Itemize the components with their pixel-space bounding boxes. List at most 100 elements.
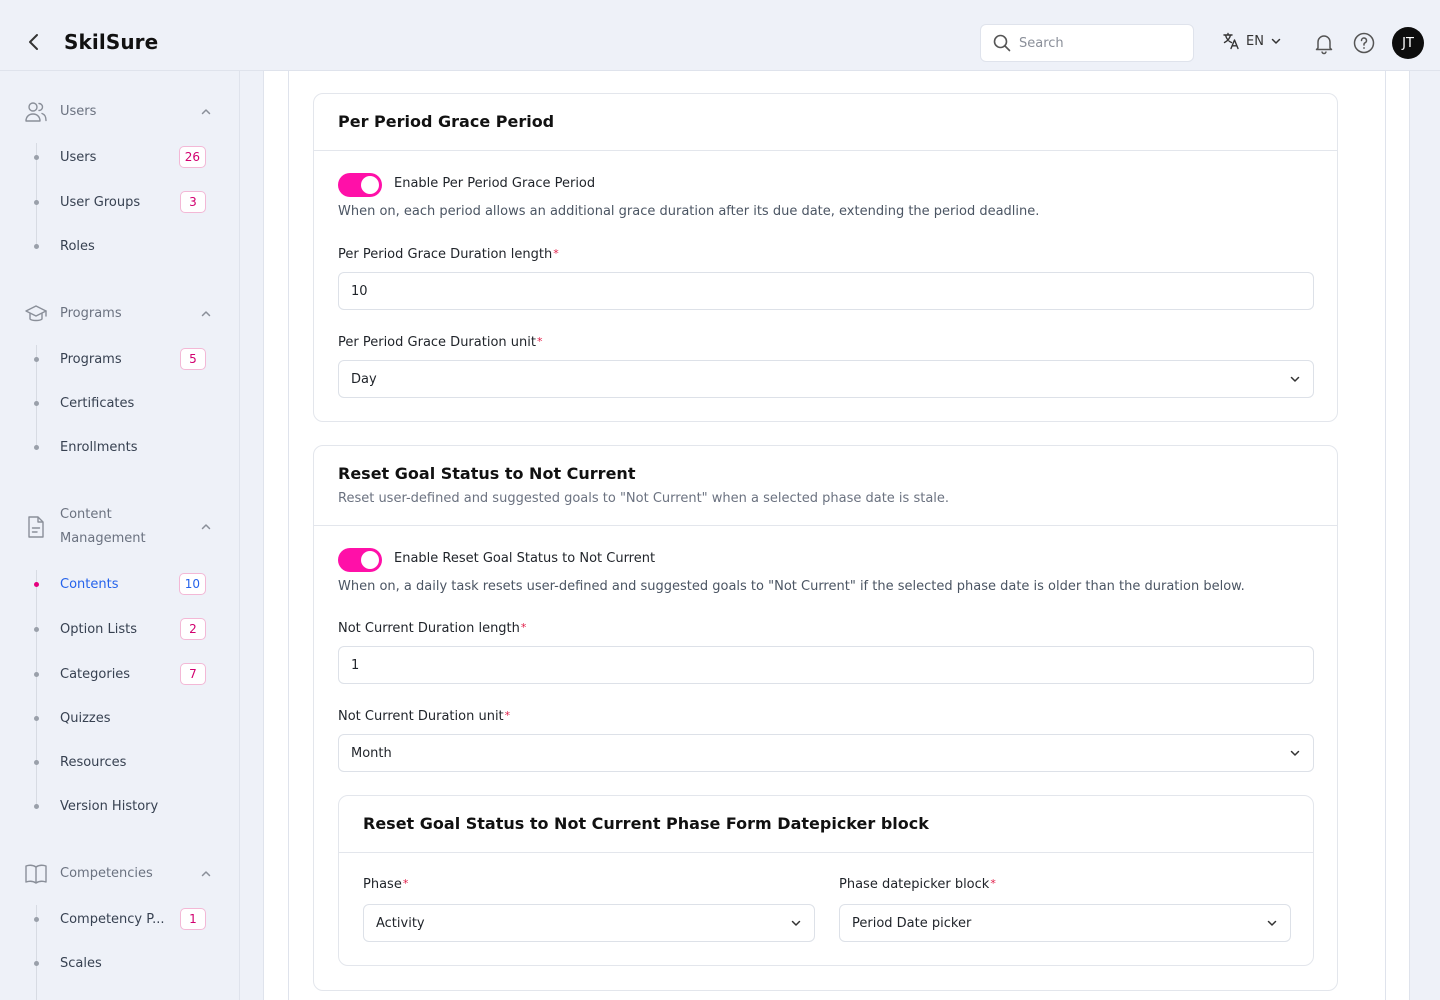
language-selector[interactable]: EN bbox=[1222, 32, 1282, 50]
back-button[interactable] bbox=[22, 30, 46, 54]
search-input[interactable] bbox=[1019, 35, 1169, 51]
field-label-text: Not Current Duration length bbox=[338, 621, 520, 636]
bell-icon bbox=[1315, 35, 1333, 55]
sidebar-item-label: User Groups bbox=[60, 194, 141, 210]
language-code: EN bbox=[1246, 33, 1264, 49]
chevron-up-icon bbox=[201, 109, 211, 115]
sidebar-item-label: Version History bbox=[60, 798, 159, 814]
sidebar-item-user-groups[interactable]: User Groups 3 bbox=[30, 188, 206, 216]
sidebar-item-enrollments[interactable]: Enrollments bbox=[30, 433, 206, 461]
sidebar-item-resources[interactable]: Resources bbox=[30, 748, 206, 776]
field-label: Per Period Grace Duration unit* bbox=[338, 335, 542, 350]
sidebar-item-competency-profiles[interactable]: Competency P... 1 bbox=[30, 905, 206, 933]
grace-period-toggle[interactable] bbox=[338, 173, 382, 197]
sidebar-item-roles[interactable]: Roles bbox=[30, 232, 206, 260]
search-icon bbox=[993, 34, 1011, 52]
block-divider bbox=[339, 852, 1313, 853]
sidebar-item-certificates[interactable]: Certificates bbox=[30, 389, 206, 417]
sidebar-item-label: Certificates bbox=[60, 395, 135, 411]
sidebar-item-quizzes[interactable]: Quizzes bbox=[30, 704, 206, 732]
chevron-up-icon bbox=[201, 871, 211, 877]
notifications-button[interactable] bbox=[1312, 31, 1336, 59]
required-asterisk: * bbox=[536, 335, 543, 348]
required-asterisk: * bbox=[520, 621, 527, 634]
not-current-duration-unit-select[interactable]: Month bbox=[338, 734, 1314, 772]
sidebar-section-competencies[interactable]: Competencies bbox=[24, 862, 214, 886]
field-label: Per Period Grace Duration length* bbox=[338, 247, 559, 262]
sidebar-section-label: Users bbox=[60, 104, 97, 119]
not-current-duration-length-input[interactable]: 1 bbox=[338, 646, 1314, 684]
sidebar-item-label: Scales bbox=[60, 955, 102, 971]
user-avatar[interactable]: JT bbox=[1392, 27, 1424, 59]
grace-duration-length-input[interactable]: 10 bbox=[338, 272, 1314, 310]
phase-select[interactable]: Activity bbox=[363, 904, 815, 942]
sidebar-item-version-history[interactable]: Version History bbox=[30, 792, 206, 820]
card-divider bbox=[314, 150, 1337, 151]
field-label-text: Not Current Duration unit bbox=[338, 709, 504, 724]
sidebar-item-scales[interactable]: Scales bbox=[30, 949, 206, 977]
count-badge: 1 bbox=[180, 908, 206, 930]
toggle-label: Enable Per Period Grace Period bbox=[394, 176, 596, 191]
sidebar-item-contents[interactable]: Contents 10 bbox=[30, 570, 206, 598]
required-asterisk: * bbox=[990, 877, 996, 890]
sidebar-item-label: Competency P... bbox=[60, 911, 165, 927]
sidebar-item-label: Resources bbox=[60, 754, 127, 770]
help-text: When on, each period allows an additiona… bbox=[338, 204, 1040, 219]
sidebar-section-content-management[interactable]: Content Management bbox=[24, 503, 214, 551]
grace-period-card: Per Period Grace Period Enable Per Perio… bbox=[313, 93, 1338, 422]
count-badge: 2 bbox=[180, 618, 206, 640]
help-circle-icon bbox=[1353, 32, 1375, 54]
reset-goal-status-toggle[interactable] bbox=[338, 548, 382, 572]
chevron-up-icon bbox=[201, 524, 211, 530]
sidebar-section-users[interactable]: Users bbox=[24, 100, 214, 124]
field-label: Phase* bbox=[363, 877, 408, 892]
chevron-down-icon bbox=[1290, 750, 1300, 756]
sidebar-section-label-continued: Management bbox=[60, 531, 146, 546]
chevron-down-icon bbox=[1271, 38, 1281, 44]
reset-goal-status-card: Reset Goal Status to Not Current Reset u… bbox=[313, 445, 1338, 991]
count-badge: 3 bbox=[180, 191, 206, 213]
field-label-text: Phase bbox=[363, 877, 402, 892]
phase-datepicker-block: Reset Goal Status to Not Current Phase F… bbox=[338, 795, 1314, 966]
field-label: Not Current Duration length* bbox=[338, 621, 526, 636]
sidebar-item-categories[interactable]: Categories 7 bbox=[30, 660, 206, 688]
sidebar-item-label: Enrollments bbox=[60, 439, 138, 455]
sidebar-item-programs[interactable]: Programs 5 bbox=[30, 345, 206, 373]
sidebar-section-label: Competencies bbox=[60, 866, 153, 881]
sidebar-item-label: Users bbox=[60, 149, 97, 165]
grace-duration-unit-select[interactable]: Day bbox=[338, 360, 1314, 398]
required-asterisk: * bbox=[553, 247, 559, 260]
help-text: When on, a daily task resets user-define… bbox=[338, 579, 1245, 594]
field-label-text: Phase datepicker block bbox=[839, 877, 990, 892]
translate-icon bbox=[1223, 32, 1239, 50]
chevron-down-icon bbox=[791, 920, 801, 926]
required-asterisk: * bbox=[504, 709, 511, 722]
phase-datepicker-select[interactable]: Period Date picker bbox=[839, 904, 1291, 942]
select-value: Activity bbox=[376, 915, 425, 931]
chevron-down-icon bbox=[1290, 376, 1300, 382]
document-icon bbox=[28, 516, 44, 538]
main-content: Per Period Grace Period Enable Per Perio… bbox=[263, 71, 1410, 1000]
count-badge: 7 bbox=[180, 663, 206, 685]
sidebar-item-label: Programs bbox=[60, 351, 122, 367]
card-divider bbox=[314, 525, 1337, 526]
sidebar-item-label: Contents bbox=[60, 576, 119, 592]
toggle-label: Enable Reset Goal Status to Not Current bbox=[394, 551, 656, 566]
help-button[interactable] bbox=[1352, 31, 1376, 59]
card-title: Reset Goal Status to Not Current bbox=[338, 464, 636, 483]
sidebar-item-users[interactable]: Users 26 bbox=[30, 143, 206, 171]
sidebar: Users Users 26 User Groups 3 Roles Progr… bbox=[0, 71, 240, 1000]
card-description: Reset user-defined and suggested goals t… bbox=[338, 491, 950, 506]
users-icon bbox=[25, 102, 47, 122]
block-title: Reset Goal Status to Not Current Phase F… bbox=[363, 814, 929, 833]
field-label: Phase datepicker block* bbox=[839, 877, 996, 892]
field-label-text: Per Period Grace Duration length bbox=[338, 247, 553, 262]
sidebar-section-programs[interactable]: Programs bbox=[24, 302, 214, 326]
form-container: Per Period Grace Period Enable Per Perio… bbox=[288, 71, 1386, 1000]
sidebar-item-option-lists[interactable]: Option Lists 2 bbox=[30, 615, 206, 643]
count-badge: 10 bbox=[178, 573, 206, 595]
search-box[interactable] bbox=[980, 24, 1194, 62]
count-badge: 26 bbox=[178, 146, 206, 168]
count-badge: 5 bbox=[180, 348, 206, 370]
field-label: Not Current Duration unit* bbox=[338, 709, 510, 724]
